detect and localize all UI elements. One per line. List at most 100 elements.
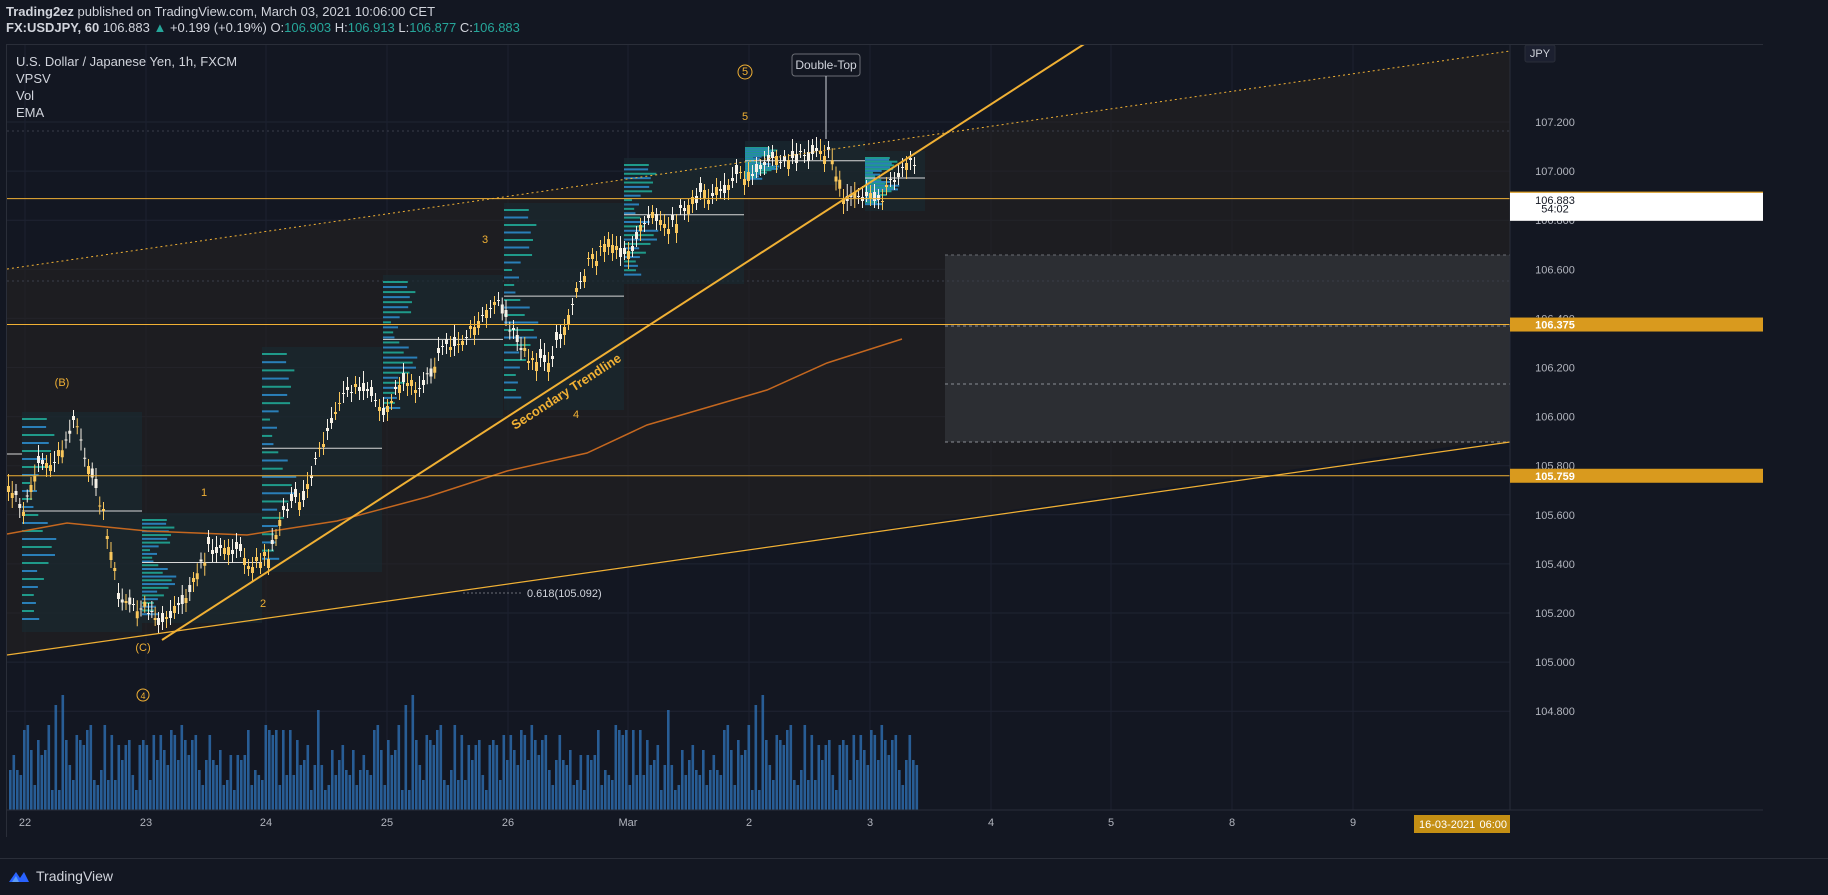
up-arrow-icon: ▲ — [153, 20, 167, 35]
volume-profile-bar — [383, 311, 412, 314]
candle-body — [719, 189, 722, 191]
volume-bar — [590, 760, 593, 810]
legend-title[interactable]: U.S. Dollar / Japanese Yen, 1h, FXCM — [16, 53, 237, 70]
volume-profile-bar — [22, 570, 38, 572]
candle-body — [22, 512, 25, 516]
volume-profile-bar — [624, 185, 650, 188]
volume-profile-bar — [624, 194, 641, 197]
publisher-line: Trading2ez published on TradingView.com,… — [6, 4, 435, 19]
volume-bar — [254, 770, 257, 810]
volume-bar — [597, 730, 600, 810]
volume-bar — [124, 745, 128, 810]
volume-bar — [268, 730, 271, 810]
high-label: H: — [334, 20, 348, 35]
volume-bar — [551, 785, 555, 810]
candle-body — [615, 246, 618, 250]
volume-profile-bar — [865, 166, 891, 169]
candle-body — [493, 302, 496, 305]
volume-bar — [390, 755, 394, 810]
candle-body — [747, 172, 750, 181]
volume-bar — [208, 735, 212, 810]
volume-bar — [212, 760, 215, 810]
price-tick-label: 106.200 — [1535, 363, 1575, 375]
volume-profile-bar — [624, 207, 635, 210]
symbol-label: FX:USDJPY, 60 — [6, 20, 100, 35]
volume-profile-bar — [262, 459, 288, 462]
volume-profile-bar — [383, 286, 408, 289]
volume-profile-bar — [22, 450, 51, 452]
price-chart[interactable]: Double-Top(B)(C)12345540.618(105.092)Sec… — [7, 45, 1763, 837]
volume-profile-bar — [383, 401, 395, 404]
volume-bar — [313, 765, 317, 810]
volume-bar — [660, 790, 663, 810]
volume-bar — [768, 765, 772, 810]
volume-bar — [310, 790, 313, 810]
volume-bar — [61, 695, 65, 810]
candle-body — [500, 304, 504, 314]
time-tick-label: 4 — [988, 817, 994, 829]
legend-indicator-vpsv[interactable]: VPSV — [16, 70, 237, 87]
volume-profile-bar — [504, 269, 512, 271]
volume-bar — [572, 785, 576, 810]
volume-bar — [824, 745, 828, 810]
candle-body — [49, 465, 52, 471]
tradingview-logo-icon — [9, 872, 29, 882]
published-text: published on TradingView.com, March 03, … — [77, 4, 436, 19]
volume-profile-bar — [262, 541, 276, 544]
volume-profile-bar — [504, 381, 518, 384]
currency-label[interactable]: JPY — [1530, 48, 1551, 60]
price-tick-label: 105.200 — [1535, 608, 1575, 620]
candle-body — [57, 450, 60, 456]
chart-area[interactable]: Double-Top (B) (C) 1 2 3 4 5 5 4 0.618(105.092) Sec… — [6, 44, 1763, 837]
candle-body — [378, 407, 381, 411]
candle-body — [68, 430, 72, 434]
volume-profile-bar — [262, 525, 278, 528]
brand-name: TradingView — [36, 868, 114, 884]
volume-bar — [415, 740, 418, 810]
candle-body — [161, 613, 164, 622]
volume-bar — [289, 730, 292, 810]
double-top-label[interactable]: Double-Top — [795, 58, 857, 72]
volume-bar — [443, 780, 446, 810]
candle-body — [180, 595, 184, 604]
candle-body — [235, 542, 238, 549]
volume-bar — [877, 760, 880, 810]
price-tick-label: 107.000 — [1535, 166, 1575, 178]
candle-body — [893, 180, 896, 182]
candle-body — [117, 593, 120, 599]
volume-bar — [131, 775, 135, 810]
candle-body — [889, 179, 892, 180]
wave-label: 4 — [573, 409, 579, 421]
publisher-name[interactable]: Trading2ez — [6, 4, 74, 19]
volume-bar — [530, 725, 534, 810]
volume-bar — [226, 780, 229, 810]
volume-bar — [236, 755, 240, 810]
volume-bar — [492, 740, 495, 810]
volume-bar — [177, 760, 180, 810]
volume-profile-bar — [383, 356, 418, 359]
candle-body — [523, 348, 527, 351]
legend-indicator-ema[interactable]: EMA — [16, 104, 237, 121]
candle-body — [675, 224, 678, 233]
legend-indicator-vol[interactable]: Vol — [16, 87, 237, 104]
volume-bar — [779, 740, 782, 810]
candle-body — [453, 337, 456, 346]
volume-profile-bar — [22, 546, 52, 548]
volume-bar — [730, 750, 733, 810]
tradingview-logo[interactable]: TradingView — [8, 868, 113, 884]
candle-body — [803, 155, 806, 156]
candle-body — [64, 439, 68, 441]
volume-bar — [16, 770, 19, 810]
volume-bar — [520, 730, 523, 810]
wave-label: 5 — [742, 66, 748, 78]
candle-body — [583, 276, 586, 282]
candle-body — [247, 566, 250, 569]
volume-bar — [604, 770, 607, 810]
volume-bar — [166, 765, 170, 810]
volume-profile-bar — [142, 579, 172, 582]
candle-body — [334, 412, 337, 414]
volume-bar — [229, 755, 233, 810]
candle-body — [457, 344, 460, 345]
candle-body — [45, 463, 48, 468]
volume-profile-bar — [262, 508, 278, 511]
